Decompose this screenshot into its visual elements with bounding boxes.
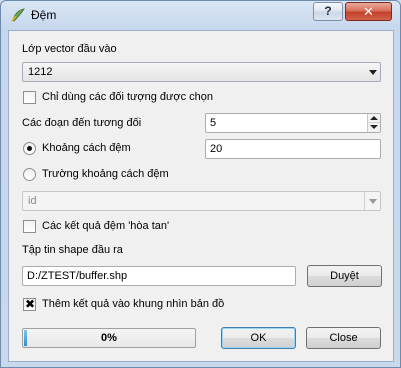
dialog-body: Lớp vector đầu vào 1212 Chỉ dùng các đối… bbox=[8, 30, 394, 362]
add-to-map-checkbox[interactable]: ✖ bbox=[23, 297, 36, 311]
qgis-app-icon bbox=[11, 8, 25, 22]
buffer-field-label: Trường khoảng cách đệm bbox=[42, 168, 169, 180]
buffer-distance-label: Khoảng cách đệm bbox=[42, 142, 131, 154]
buffer-distance-value: 20 bbox=[210, 143, 223, 155]
close-button[interactable]: Close bbox=[306, 327, 381, 349]
title-bar[interactable]: Đệm ? ✕ bbox=[1, 1, 400, 29]
dissolve-checkbox[interactable] bbox=[23, 220, 36, 233]
add-to-map-label: Thêm kết quả vào khung nhìn bản đồ bbox=[42, 298, 225, 310]
buffer-field-radio[interactable] bbox=[23, 168, 36, 181]
segments-value: 5 bbox=[210, 117, 217, 129]
spin-up-arrow-icon[interactable] bbox=[367, 114, 380, 123]
selected-only-checkbox[interactable] bbox=[23, 91, 36, 104]
chevron-down-icon bbox=[369, 199, 377, 204]
input-layer-label: Lớp vector đầu vào bbox=[22, 43, 117, 55]
help-button[interactable]: ? bbox=[313, 2, 343, 21]
output-file-value: D:/ZTEST/buffer.shp bbox=[27, 270, 128, 282]
dissolve-label: Các kết quả đệm 'hòa tan' bbox=[42, 220, 170, 232]
buffer-distance-input[interactable]: 20 bbox=[205, 139, 381, 159]
selected-only-label: Chỉ dùng các đối tượng được chọn bbox=[42, 91, 214, 103]
input-layer-value: 1212 bbox=[28, 66, 53, 78]
window-close-button[interactable]: ✕ bbox=[345, 2, 392, 21]
buffer-distance-radio[interactable] bbox=[23, 142, 36, 155]
checkmark-icon: ✖ bbox=[25, 297, 36, 311]
progress-text: 0% bbox=[101, 332, 117, 344]
browse-button[interactable]: Duyệt bbox=[307, 265, 382, 287]
spin-down-arrow-icon[interactable] bbox=[367, 123, 380, 132]
buffer-dialog-window: Đệm ? ✕ Lớp vector đầu vào 1212 Chỉ dùng… bbox=[0, 0, 401, 368]
chevron-down-icon bbox=[369, 70, 377, 75]
input-layer-combobox[interactable]: 1212 bbox=[22, 62, 381, 82]
output-file-label: Tập tin shape đầu ra bbox=[22, 244, 123, 256]
segments-spinbox[interactable]: 5 bbox=[205, 113, 381, 133]
ok-button[interactable]: OK bbox=[221, 327, 296, 349]
output-file-input[interactable]: D:/ZTEST/buffer.shp bbox=[22, 266, 296, 286]
buffer-field-combobox[interactable]: id bbox=[22, 191, 381, 211]
window-title: Đệm bbox=[31, 8, 57, 22]
segments-label: Các đoạn đến tương đối bbox=[22, 117, 142, 129]
buffer-field-value: id bbox=[28, 195, 37, 207]
progress-bar: 0% bbox=[22, 328, 196, 348]
